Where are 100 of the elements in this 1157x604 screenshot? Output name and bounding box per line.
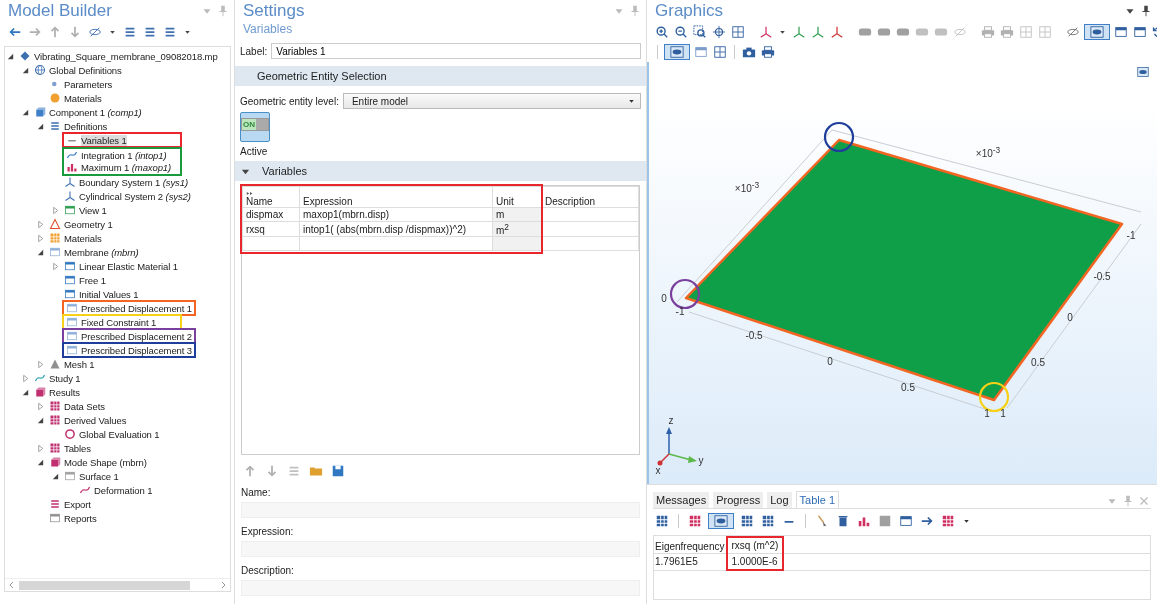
axis-label: 0 — [827, 355, 833, 367]
section-title: Geometric Entity Selection — [256, 70, 387, 82]
zoom-box-icon[interactable] — [693, 25, 707, 39]
column-header[interactable]: rxsq (m^2) — [726, 537, 784, 554]
grid-icon[interactable] — [761, 514, 775, 528]
tree-item[interactable]: Maximum 1 (maxop1) — [62, 160, 182, 176]
axis-label: ×10$^{-3}$ — [734, 179, 760, 195]
list-icon — [49, 120, 61, 132]
column-header[interactable]: Expression — [303, 196, 353, 207]
tree-item[interactable]: Prescribed Displacement 1 — [62, 300, 197, 316]
collapsed-arrow-icon[interactable] — [36, 359, 45, 369]
axis-triad-drawing — [657, 427, 697, 466]
panel-title: Model Builder — [8, 1, 112, 21]
expanded-arrow-icon[interactable] — [21, 65, 30, 75]
expanded-arrow-icon[interactable] — [36, 415, 45, 425]
axes-icon — [64, 190, 76, 202]
grid-icon[interactable] — [655, 514, 669, 528]
tab[interactable]: Progress — [713, 492, 764, 508]
tree-item[interactable]: Prescribed Displacement 3 — [62, 342, 197, 358]
tab[interactable]: Table 1 — [795, 491, 839, 508]
save-icon[interactable] — [331, 464, 345, 478]
expanded-arrow-icon[interactable] — [36, 247, 45, 257]
eye-icon[interactable] — [709, 514, 733, 528]
column-header[interactable]: Unit — [496, 196, 514, 207]
window-icon — [49, 246, 61, 258]
tab[interactable]: Messages — [653, 492, 710, 508]
axis-label: z — [668, 414, 674, 426]
axes-icon[interactable] — [792, 25, 806, 39]
frame-icon[interactable] — [731, 25, 745, 39]
tree-item[interactable]: Prescribed Displacement 2 — [62, 328, 197, 344]
window-icon[interactable] — [1114, 25, 1128, 39]
curve-icon — [79, 484, 91, 496]
expanded-arrow-icon[interactable] — [51, 471, 60, 481]
expanded-arrow-icon[interactable] — [36, 121, 45, 131]
axes-icon[interactable] — [759, 25, 773, 39]
hidden-eye-icon[interactable] — [1066, 25, 1080, 39]
window-icon[interactable] — [899, 514, 913, 528]
collapsed-arrow-icon[interactable] — [36, 443, 45, 453]
hidden-eye-icon[interactable] — [88, 25, 102, 39]
window-icon — [66, 344, 78, 356]
camera-icon[interactable] — [742, 45, 756, 59]
scrollbar[interactable] — [5, 578, 230, 591]
trash-icon[interactable] — [836, 514, 850, 528]
collapsed-arrow-icon[interactable] — [36, 219, 45, 229]
expanded-arrow-icon[interactable] — [21, 107, 30, 117]
square-icon[interactable] — [878, 514, 892, 528]
grid-icon — [49, 442, 61, 454]
grid-icon — [49, 232, 61, 244]
window-icon — [64, 204, 76, 216]
tree-item[interactable]: Integration 1 (intop1) — [62, 147, 182, 161]
view-icon[interactable] — [1137, 66, 1149, 78]
axes-icon[interactable] — [830, 25, 844, 39]
expanded-arrow-icon[interactable] — [21, 387, 30, 397]
axes-icon[interactable] — [811, 25, 825, 39]
list-icon[interactable] — [163, 25, 177, 39]
grid-icon[interactable] — [740, 514, 754, 528]
brush-icon[interactable] — [815, 514, 829, 528]
right-arrow-icon[interactable] — [920, 514, 934, 528]
table-cell: rxsq — [246, 223, 265, 235]
label-field[interactable]: Variables 1 — [271, 43, 641, 59]
cube-icon — [34, 106, 46, 118]
bar-chart-icon — [66, 161, 78, 173]
column-header[interactable]: Eigenfrequency — [654, 537, 727, 554]
crosshair-icon[interactable] — [712, 25, 726, 39]
zoom-out-icon[interactable] — [674, 25, 688, 39]
collapsed-arrow-icon[interactable] — [36, 401, 45, 411]
expanded-arrow-icon[interactable] — [6, 51, 15, 61]
collapsed-arrow-icon[interactable] — [21, 373, 30, 383]
eye-icon[interactable] — [665, 45, 689, 59]
tab[interactable]: Log — [767, 492, 792, 508]
list-icon[interactable] — [143, 25, 157, 39]
grid-icon — [49, 400, 61, 412]
entity-level-dropdown[interactable]: Entire model — [342, 93, 641, 109]
table-cell: maxop1(mbrn.disp) — [303, 209, 390, 220]
zoom-in-icon[interactable] — [655, 25, 669, 39]
expanded-arrow-icon[interactable] — [36, 457, 45, 467]
collapsed-arrow-icon[interactable] — [51, 261, 60, 271]
grid-icon[interactable] — [688, 514, 702, 528]
tree-item[interactable]: Fixed Constraint 1 — [62, 314, 182, 330]
printer-icon[interactable] — [761, 45, 775, 59]
window-icon[interactable] — [694, 45, 708, 59]
toggle-label: Active — [240, 146, 268, 157]
eye-icon[interactable] — [1085, 25, 1109, 39]
section-title: Variables — [261, 165, 308, 177]
globe-icon — [34, 64, 46, 76]
frame-icon[interactable] — [713, 45, 727, 59]
field-label: Label: — [240, 45, 268, 57]
axis-label: -0.5 — [1093, 270, 1111, 282]
collapsed-arrow-icon[interactable] — [36, 233, 45, 243]
window-icon[interactable] — [1133, 25, 1147, 39]
curve-icon — [34, 372, 46, 384]
double-arrow-icon[interactable] — [246, 191, 254, 196]
curve-icon — [66, 149, 78, 161]
axis-label: 0 — [1067, 311, 1073, 323]
collapsed-arrow-icon[interactable] — [51, 205, 60, 215]
left-arrow-icon[interactable] — [8, 25, 22, 39]
grid-icon[interactable] — [941, 514, 955, 528]
tree-item[interactable]: Variables 1 — [62, 132, 182, 148]
axis-label: x — [655, 464, 661, 476]
list-icon[interactable] — [123, 25, 137, 39]
